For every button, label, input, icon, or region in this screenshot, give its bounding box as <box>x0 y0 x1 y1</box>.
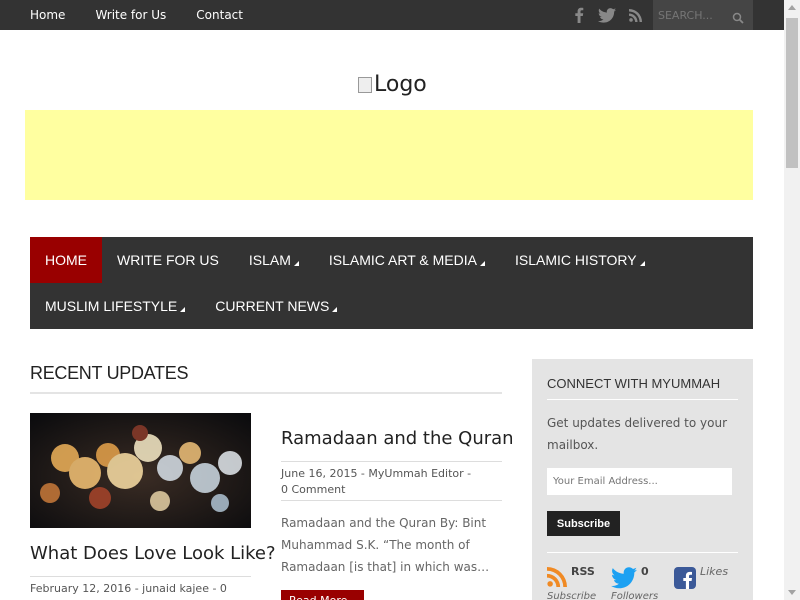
search-input[interactable] <box>653 0 733 30</box>
section-divider <box>30 392 502 394</box>
main-nav-write-for-us[interactable]: WRITE FOR US <box>102 237 234 283</box>
ad-banner <box>25 110 753 200</box>
submenu-caret-icon <box>332 306 338 312</box>
nav-label: CURRENT NEWS <box>215 298 330 314</box>
scroll-down-arrow-icon[interactable] <box>788 590 796 595</box>
main-nav-home[interactable]: HOME <box>30 237 102 283</box>
twitter-label: Followers <box>611 591 659 600</box>
scroll-up-arrow-icon[interactable] <box>788 5 796 10</box>
recent-updates-heading: RECENT UPDATES <box>30 363 189 383</box>
submenu-caret-icon <box>293 260 299 266</box>
widget-description: Get updates delivered to your mailbox. <box>547 416 728 452</box>
twitter-followers-link[interactable]: 0 Followers <box>611 565 658 600</box>
read-more-button[interactable]: Read More <box>281 590 364 600</box>
post-divider <box>281 500 502 501</box>
post-divider <box>281 461 502 462</box>
main-nav-islamic-history[interactable]: ISLAMIC HISTORY <box>500 237 660 283</box>
rss-icon <box>547 567 567 591</box>
post-thumbnail-bokeh[interactable] <box>30 413 251 528</box>
subscribe-button[interactable]: Subscribe <box>547 511 620 536</box>
rss-count: RSS <box>571 565 595 578</box>
post-meta: February 12, 2016 - junaid kajee - 0 <box>30 582 227 595</box>
main-nav-current-news[interactable]: CURRENT NEWS <box>200 283 352 329</box>
nav-label: WRITE FOR US <box>117 252 219 268</box>
main-nav-row-2: MUSLIM LIFESTYLE CURRENT NEWS <box>30 283 753 329</box>
twitter-icon[interactable] <box>598 6 616 24</box>
post-meta: June 16, 2015 - MyUmmah Editor - 0 Comme… <box>281 467 472 496</box>
widget-divider <box>547 399 738 400</box>
main-nav: HOME WRITE FOR US ISLAM ISLAMIC ART & ME… <box>30 237 753 329</box>
nav-label: HOME <box>45 252 87 268</box>
facebook-icon[interactable] <box>570 6 588 24</box>
main-nav-islamic-art-media[interactable]: ISLAMIC ART & MEDIA <box>314 237 500 283</box>
search-box <box>653 0 753 30</box>
nav-label: MUSLIM LIFESTYLE <box>45 298 178 314</box>
nav-label: ISLAM <box>248 252 291 268</box>
logo-alt-text: Logo <box>374 72 427 97</box>
submenu-caret-icon <box>480 260 485 266</box>
page-scrollbar[interactable] <box>784 0 800 600</box>
twitter-count: 0 <box>641 565 649 578</box>
facebook-count: Likes <box>700 565 729 578</box>
email-field[interactable] <box>547 468 732 495</box>
main-nav-islam[interactable]: ISLAM <box>234 237 314 283</box>
submenu-caret-icon <box>180 306 186 312</box>
twitter-icon <box>611 567 637 593</box>
top-nav-write-for-us[interactable]: Write for Us <box>95 8 166 22</box>
top-nav-home[interactable]: Home <box>30 8 65 22</box>
rss-label: Subscribe <box>547 591 597 600</box>
main-nav-row-1: HOME WRITE FOR US ISLAM ISLAMIC ART & ME… <box>30 237 753 283</box>
main-nav-muslim-lifestyle[interactable]: MUSLIM LIFESTYLE <box>30 283 200 329</box>
top-social-links <box>570 6 654 24</box>
facebook-icon <box>674 567 696 593</box>
facebook-likes-link[interactable]: Likes <box>674 565 729 593</box>
post-title-what-does-love-look-like[interactable]: What Does Love Look Like? <box>30 543 276 564</box>
scrollbar-thumb[interactable] <box>786 18 798 168</box>
widget-title: CONNECT WITH MYUMMAH <box>547 376 721 391</box>
broken-image-icon <box>358 76 372 93</box>
post-excerpt: Ramadaan and the Quran By: Bint Muhammad… <box>281 516 490 574</box>
nav-label: ISLAMIC ART & MEDIA <box>328 252 477 268</box>
nav-label: ISLAMIC HISTORY <box>515 252 637 268</box>
post-title-ramadaan-and-the-quran[interactable]: Ramadaan and the Quran <box>281 428 514 449</box>
site-logo[interactable]: Logo <box>358 72 427 97</box>
submenu-caret-icon <box>639 260 645 266</box>
top-nav: Home Write for Us Contact <box>30 0 273 30</box>
top-nav-contact[interactable]: Contact <box>196 8 243 22</box>
rss-icon[interactable] <box>626 6 644 24</box>
top-bar: Home Write for Us Contact <box>0 0 784 30</box>
post-divider <box>30 576 251 577</box>
search-icon[interactable] <box>732 9 744 24</box>
sidebar-connect-widget: CONNECT WITH MYUMMAH Get updates deliver… <box>532 359 753 600</box>
widget-divider <box>547 552 738 553</box>
rss-subscribe-link[interactable]: RSS Subscribe <box>547 565 596 600</box>
